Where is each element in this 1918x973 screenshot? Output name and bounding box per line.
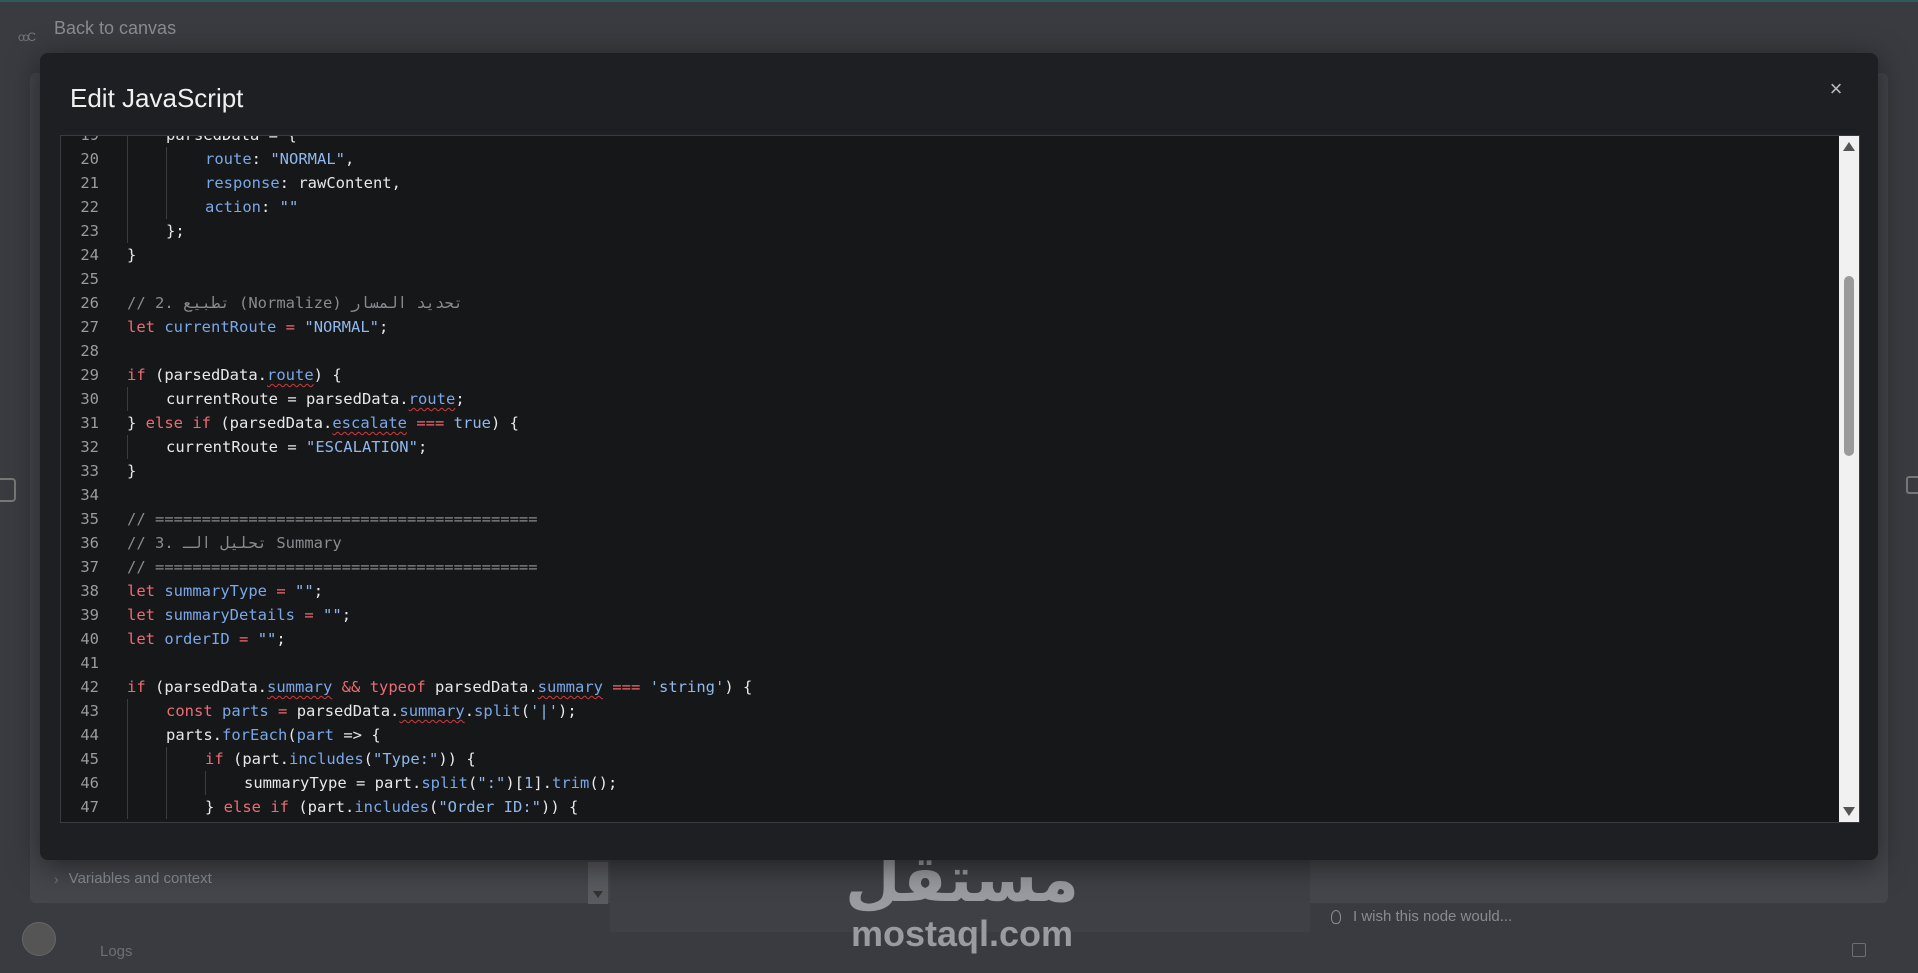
code-line: 21 response: rawContent, [61, 171, 1836, 195]
input-handle-icon[interactable] [0, 478, 16, 502]
close-button[interactable]: × [1824, 77, 1848, 101]
edit-javascript-modal: Edit JavaScript × 19 parsedData = { 20 rou… [40, 53, 1878, 860]
feedback-placeholder: I wish this node would... [1353, 908, 1513, 925]
feedback-input[interactable]: I wish this node would... [1331, 908, 1512, 925]
code-line: 37// ===================================… [80, 558, 538, 576]
code-line: 19 parsedData = { [61, 136, 1836, 147]
chevron-right-icon: › [54, 870, 59, 887]
scroll-down-arrow-icon[interactable] [1843, 807, 1855, 816]
code-line: 34 [80, 486, 99, 504]
code-line: 29 if (parsedData.route) { [80, 366, 342, 384]
code-line: 28 [80, 342, 99, 360]
code-editor[interactable]: 19 parsedData = { 20 route: "NORMAL", 21 re… [60, 135, 1860, 823]
code-line: 32 currentRoute = "ESCALATION"; [61, 435, 1836, 459]
variables-context-toggle[interactable]: › Variables and context [54, 870, 212, 887]
code-line: 44 parts.forEach(part => { [61, 723, 1836, 747]
code-line: 36// 3. تحليل الـ Summary [80, 534, 342, 552]
code-line: 22 action: "" [61, 195, 1836, 219]
code-line: 20 route: "NORMAL", [61, 147, 1836, 171]
watermark: مستقل mostaql.com [842, 848, 1082, 954]
back-to-canvas-link[interactable]: Back to canvas [54, 18, 176, 39]
code-line: 39 let summaryDetails = ""; [80, 606, 352, 624]
panel-scrollbar[interactable] [588, 862, 608, 904]
code-line: 41 [80, 654, 99, 672]
code-line: 46 summaryType = part.split(":")[1].trim(… [61, 771, 1836, 795]
code-lines: 19 parsedData = { 20 route: "NORMAL", 21 re… [61, 136, 1836, 819]
code-line: 25 [80, 270, 99, 288]
code-line: 35// ===================================… [80, 510, 538, 528]
code-line: 30 currentRoute = parsedData.route; [61, 387, 1836, 411]
code-line: 26// 2. تطبيع (Normalize) تحديد المسار [80, 294, 463, 312]
code-line: 43 const parts = parsedData.summary.split… [61, 699, 1836, 723]
code-line: 45 if (part.includes("Type:")) { [61, 747, 1836, 771]
code-line: 24} [80, 246, 137, 264]
code-line: 33} [80, 462, 137, 480]
editor-scrollbar[interactable] [1839, 136, 1859, 822]
avatar[interactable] [22, 922, 56, 956]
scroll-up-arrow-icon[interactable] [1843, 142, 1855, 151]
app-logo: ooC [18, 30, 36, 44]
code-line: 31} else if (parsedData.escalate === tru… [80, 414, 519, 432]
logs-tab[interactable]: Logs [100, 943, 133, 960]
code-line: 47} else if (part.includes("Order ID:"))… [61, 795, 1836, 819]
variables-context-label: Variables and context [68, 870, 212, 887]
scroll-thumb[interactable] [1844, 276, 1854, 456]
code-line: 40 let orderID = ""; [80, 630, 286, 648]
code-line: 38 let summaryType = ""; [80, 582, 324, 600]
code-line: 23}; [61, 219, 1836, 243]
copy-icon[interactable] [1852, 943, 1866, 957]
code-line: 27 let currentRoute = "NORMAL"; [80, 318, 389, 336]
modal-title: Edit JavaScript [70, 83, 244, 113]
top-accent-line [0, 0, 1918, 2]
code-line: 42 if (parsedData.summary && typeof parse… [80, 678, 753, 696]
output-handle-icon[interactable] [1906, 476, 1918, 494]
lightbulb-icon [1331, 909, 1341, 924]
watermark-latin: mostaql.com [850, 913, 1074, 954]
